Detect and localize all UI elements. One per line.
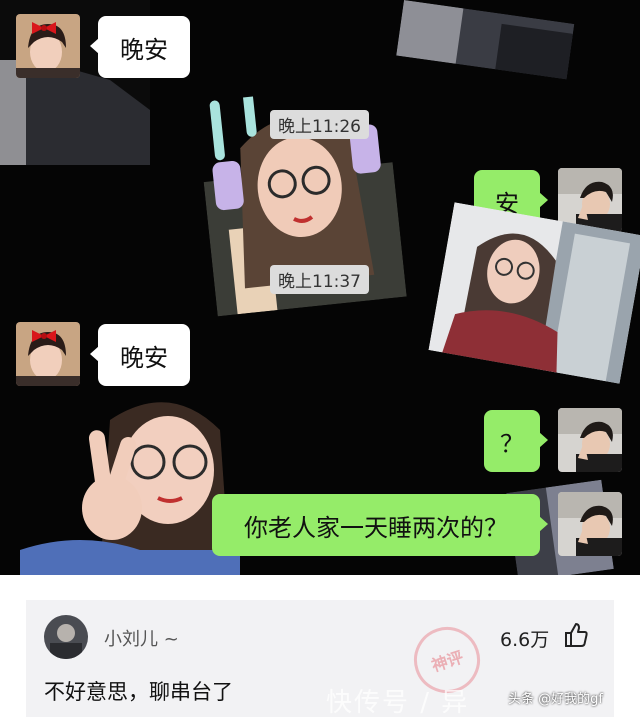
girl-avatar[interactable]: [16, 14, 80, 78]
timestamp: 晚上11:26: [270, 110, 369, 139]
message-text: 你老人家一天睡两次的？: [244, 513, 508, 542]
commenter-avatar[interactable]: [44, 615, 88, 659]
boy-avatar[interactable]: [558, 408, 622, 472]
girl-avatar[interactable]: [16, 322, 80, 386]
collage-photo-right-girl: [428, 202, 640, 384]
watermark-account: 头条 @好我的gf: [508, 692, 603, 707]
watermark: 快传号 / 异: [326, 688, 470, 718]
message-text: ？: [500, 429, 524, 458]
collage-photo-peace-girl: [20, 390, 240, 575]
sent-message-bubble[interactable]: ？: [484, 410, 548, 472]
comment-text: 不好意思，聊串台了: [44, 680, 233, 704]
timestamp: 晚上11:37: [270, 265, 369, 294]
received-message-bubble[interactable]: 晚安: [90, 16, 190, 78]
boy-avatar[interactable]: [558, 492, 622, 556]
divider: [0, 575, 640, 600]
received-message-bubble[interactable]: 晚安: [90, 324, 190, 386]
chat-screenshot: 晚安 晚上11:26 安 晚上11:37 晚安 ？ 你老人家一天睡两次的？: [0, 0, 640, 575]
sent-message-bubble[interactable]: 你老人家一天睡两次的？: [212, 494, 548, 556]
collage-photo-top-right: [396, 0, 575, 80]
message-text: 晚安: [120, 343, 168, 372]
commenter-name[interactable]: 小刘儿 ~: [104, 625, 179, 651]
message-text: 晚安: [120, 35, 168, 64]
like-thumb-icon[interactable]: [564, 622, 588, 648]
like-count: 6.6万: [500, 629, 550, 651]
